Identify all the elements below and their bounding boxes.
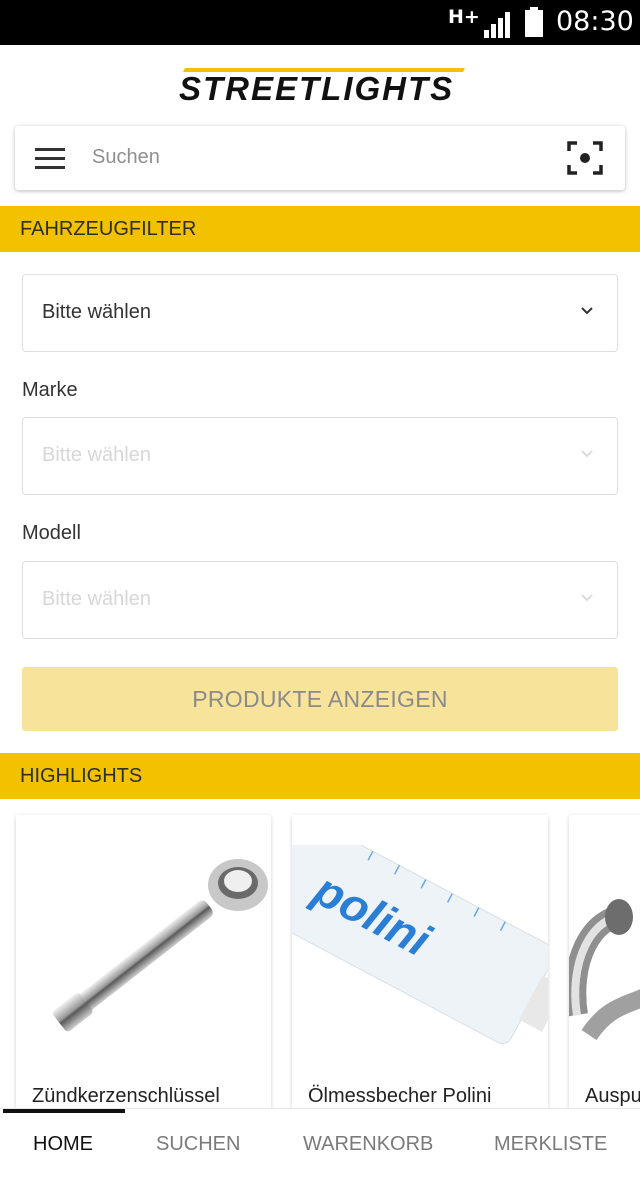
- show-products-button[interactable]: PRODUKTE ANZEIGEN: [22, 667, 618, 731]
- product-card[interactable]: polini Ölmessbecher Polini: [292, 815, 548, 1115]
- model-select[interactable]: Bitte wählen: [22, 561, 618, 639]
- vehicle-filter-header: FAHRZEUGFILTER: [0, 206, 640, 252]
- product-title: Ölmessbecher Polini: [308, 1085, 492, 1107]
- show-products-label: PRODUKTE ANZEIGEN: [192, 686, 448, 712]
- vehicle-filter-title: FAHRZEUGFILTER: [20, 218, 197, 240]
- chevron-down-icon: [581, 307, 593, 315]
- status-bar: H+ 08:30: [0, 0, 640, 45]
- chevron-down-icon: [581, 594, 593, 602]
- product-card[interactable]: Zündkerzenschlüssel: [16, 815, 271, 1115]
- scan-icon[interactable]: [567, 140, 603, 176]
- active-tab-indicator: [3, 1109, 125, 1113]
- product-title: Zündkerzenschlüssel: [32, 1085, 220, 1107]
- brand-value: Bitte wählen: [42, 444, 151, 466]
- tab-cart[interactable]: WARENKORB: [303, 1133, 433, 1156]
- product-card[interactable]: Auspu: [569, 815, 640, 1115]
- model-value: Bitte wählen: [42, 588, 151, 610]
- vehicle-type-value: Bitte wählen: [42, 301, 151, 323]
- product-title: Auspu: [585, 1085, 640, 1107]
- search-input[interactable]: Suchen: [92, 146, 160, 169]
- svg-text:STREETLIGHTS: STREETLIGHTS: [179, 70, 454, 104]
- model-label: Modell: [22, 522, 81, 544]
- clock: 08:30: [556, 6, 634, 37]
- hamburger-menu-icon[interactable]: [35, 148, 65, 170]
- brand-label: Marke: [22, 379, 78, 401]
- bottom-navigation: HOME SUCHEN WARENKORB MERKLISTE: [0, 1108, 640, 1181]
- battery-icon: [525, 7, 543, 37]
- tab-search[interactable]: SUCHEN: [156, 1133, 240, 1156]
- vehicle-type-select[interactable]: Bitte wählen: [22, 274, 618, 352]
- search-bar[interactable]: Suchen: [15, 126, 625, 190]
- streetlights-logo[interactable]: STREETLIGHTS: [175, 66, 465, 104]
- exhaust-pipe-image: [569, 899, 640, 1041]
- spark-plug-wrench-image: [52, 859, 268, 1032]
- polini-oil-bottle-image: polini: [292, 845, 548, 1044]
- highlights-title: HIGHLIGHTS: [20, 765, 143, 787]
- tab-wishlist[interactable]: MERKLISTE: [494, 1133, 607, 1156]
- chevron-down-icon: [581, 450, 593, 458]
- signal-icon: [484, 12, 510, 38]
- network-type: H+: [448, 6, 480, 28]
- highlights-header: HIGHLIGHTS: [0, 753, 640, 799]
- brand-select[interactable]: Bitte wählen: [22, 417, 618, 495]
- tab-home[interactable]: HOME: [33, 1133, 93, 1156]
